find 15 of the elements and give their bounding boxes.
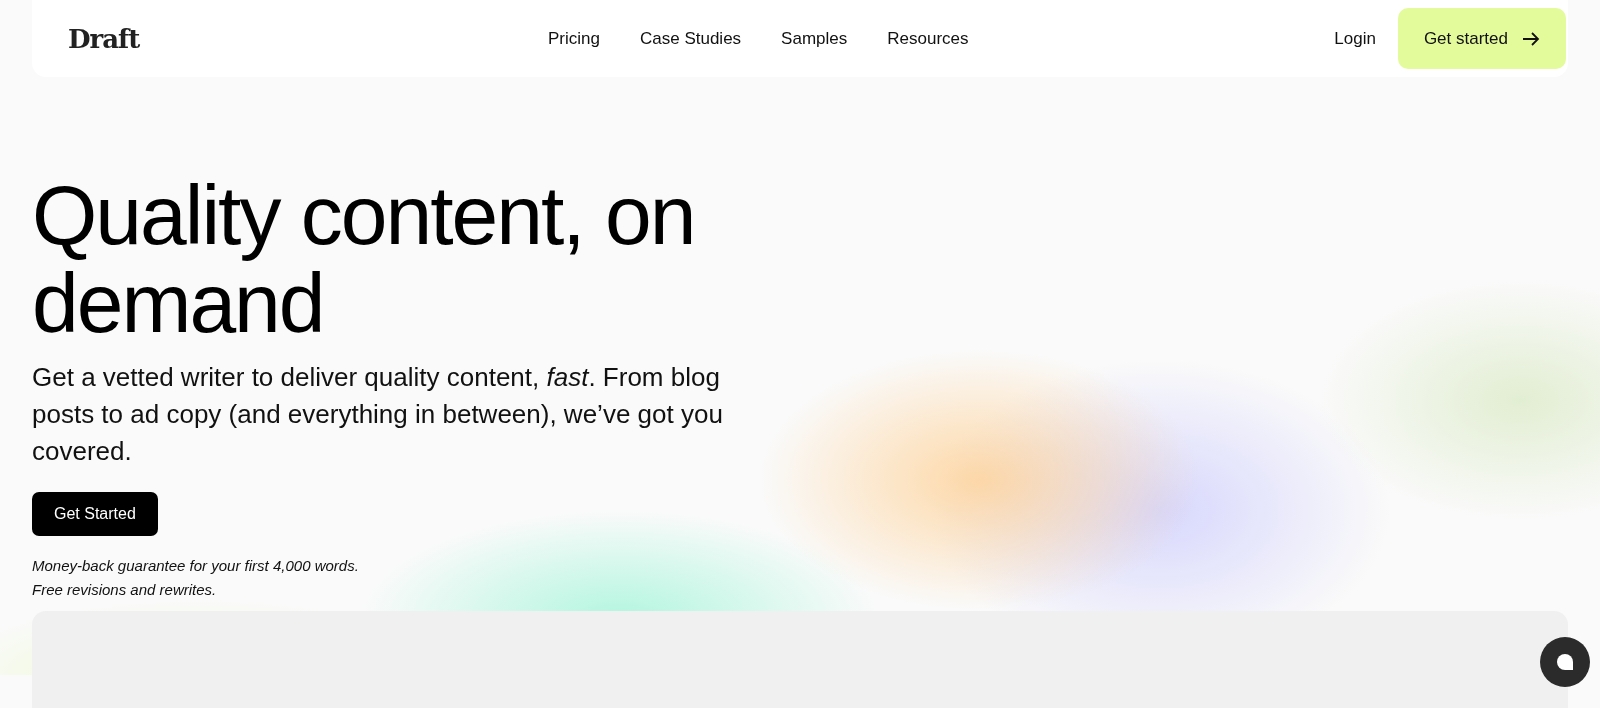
nav-link[interactable]: Samples <box>781 28 848 49</box>
logo[interactable]: Draft <box>68 23 548 54</box>
guarantee-note: Free revisions and rewrites. <box>32 580 218 600</box>
chat-button[interactable] <box>1540 637 1590 687</box>
arrow-right-icon <box>1522 31 1540 46</box>
get-started-button[interactable]: Get Started <box>32 492 158 536</box>
nav-link[interactable]: Pricing <box>548 28 600 49</box>
hero-title: Quality content, on demand <box>32 171 696 347</box>
guarantee-note: Money-back guarantee for your first 4,000 words. <box>32 556 360 576</box>
login-link[interactable]: Login <box>1334 28 1376 49</box>
get-started-button[interactable]: Get started <box>1397 8 1566 69</box>
chat-bubble-icon <box>1556 653 1574 671</box>
hero-subtitle: Get a vetted writer to deliver quality content, fast. From blog posts to ad copy (and everything in between), we’ve got you covered. <box>32 361 724 468</box>
nav-link[interactable]: Resources <box>887 28 969 49</box>
nav-link[interactable]: Case Studies <box>639 28 742 49</box>
